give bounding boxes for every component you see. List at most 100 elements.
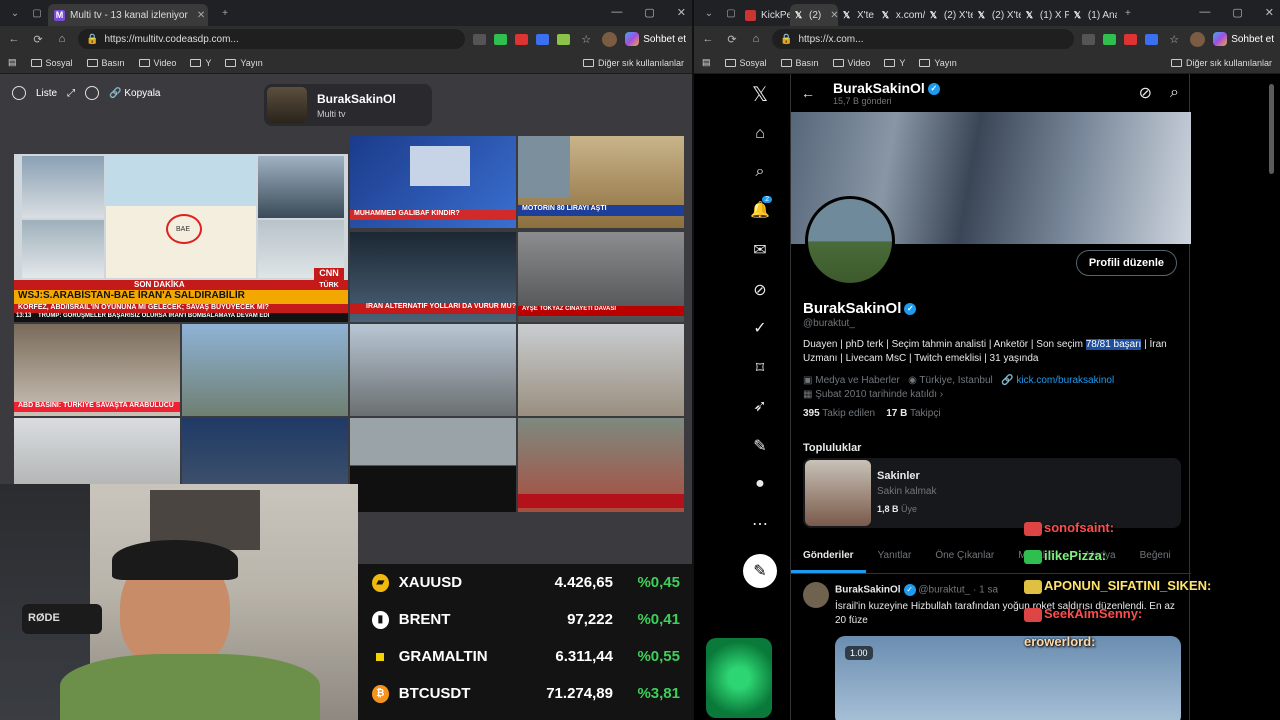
video-tile-city[interactable] [350,324,516,416]
bookmark-folder[interactable]: Y [190,58,211,68]
tab-x[interactable]: 𝕏 (2) X'te [925,4,973,26]
home-icon[interactable]: ⌂ [54,33,70,45]
tab-actions-icon[interactable]: ⌄ [698,8,720,19]
profile-avatar[interactable] [602,31,618,47]
bookmark-folder[interactable]: Sosyal [30,58,73,68]
profile-avatar[interactable] [1190,31,1206,47]
extension-icon[interactable] [473,33,487,45]
new-tab-icon[interactable]: + [1117,8,1139,19]
url-field[interactable]: 🔒 https://x.com... [772,29,1075,49]
favorites-toggle-icon[interactable]: ▤ [8,57,17,68]
video-tile-city2[interactable] [518,324,684,416]
bookmark-folder[interactable]: Video [832,58,870,68]
video-tile-cnn[interactable]: BAE SON DAKİKA WSJ:S.ARABİSTAN-BAE İRAN'… [14,154,348,322]
close-window-icon[interactable]: ✕ [1265,6,1274,19]
home-icon[interactable]: ⌂ [750,124,770,144]
tab-multitv[interactable]: M Multi tv - 13 kanal izleniyor ✕ [48,4,208,26]
tab-highlights[interactable]: Öne Çıkanlar [923,540,1006,573]
notifications-icon[interactable]: 🔔 2 [750,196,772,220]
tab-likes[interactable]: Beğeni [1128,540,1183,573]
close-tab-icon[interactable]: ✕ [197,10,205,21]
maximize-icon[interactable]: ▢ [644,6,654,19]
tab-x[interactable]: 𝕏 X'te [838,4,877,26]
back-arrow-icon[interactable]: ← [801,85,815,101]
tab-actions-icon[interactable]: ⌄ [4,8,26,19]
other-favorites[interactable]: Diğer sık kullanılanlar [582,58,684,68]
tab-x[interactable]: 𝕏x.com/ [877,4,925,26]
extension-icon[interactable] [557,33,571,45]
profile-avatar[interactable] [805,196,895,286]
bookmark-folder[interactable]: Y [884,58,905,68]
extension-icon[interactable] [1103,33,1117,45]
refresh-icon[interactable]: ⟳ [724,33,740,46]
post-item[interactable]: BurakSakinOl ✓ @buraktut_ · 1 sa İsrail'i… [791,574,1191,720]
profile-icon[interactable]: ● [750,474,770,494]
fullscreen-icon[interactable]: ⤢ [67,88,75,99]
workspaces-icon[interactable]: ▢ [26,8,48,19]
timer-icon[interactable] [85,86,100,100]
followers-link[interactable]: 17 B Takipçi [886,408,940,419]
video-tile-cams[interactable] [350,418,516,512]
other-favorites[interactable]: Diğer sık kullanılanlar [1170,58,1272,68]
rocket-icon[interactable]: ➶ [750,396,770,416]
workspaces-icon[interactable]: ▢ [720,8,742,19]
messages-icon[interactable]: ✉ [750,240,770,260]
extension-icon[interactable] [1082,33,1096,45]
bookmark-folder[interactable]: Yayın [919,58,957,68]
bookmark-folder[interactable]: Basın [86,58,125,68]
maximize-icon[interactable]: ▢ [1232,6,1242,19]
url-field[interactable]: 🔒 https://multitv.codeasdp.com... [78,29,466,49]
tab-x-active[interactable]: 𝕏 (2) ✕ [790,4,838,26]
grok-icon[interactable]: ⊘ [1139,83,1152,103]
extension-icon[interactable] [1124,33,1138,45]
home-icon[interactable]: ⌂ [748,33,764,45]
favorites-icon[interactable]: ☆ [1166,33,1182,46]
x-logo-icon[interactable]: 𝕏 [750,84,770,106]
post-author[interactable]: BurakSakinOl [835,585,901,596]
close-window-icon[interactable]: ✕ [677,6,686,19]
refresh-icon[interactable]: ⟳ [30,33,46,46]
post-media[interactable]: 1.00 [835,636,1181,720]
community-card[interactable]: Sakinler Sakin kalmak 1,8 B Üye [803,458,1181,528]
tab-kick[interactable]: KickPe [742,4,790,26]
video-tile-reporter[interactable]: AYŞE TOKYAZ CİNAYETİ DAVASI [518,232,684,322]
new-tab-icon[interactable]: + [214,8,236,19]
articles-icon[interactable]: ✎ [750,436,770,456]
more-icon[interactable]: ⋯ [750,514,770,534]
video-tile-skyline[interactable] [14,418,180,484]
video-tile-anchors[interactable] [182,418,348,484]
tab-x[interactable]: 𝕏 (1) Ana [1069,4,1117,26]
tab-x[interactable]: 𝕏 (2) X'te [973,4,1021,26]
extension-icon[interactable] [494,33,508,45]
edit-profile-button[interactable]: Profili düzenle [1075,250,1177,276]
copilot-button[interactable]: Sohbet et [1213,32,1274,46]
close-tab-icon[interactable]: ✕ [830,10,838,21]
video-tile-map[interactable]: İRAN ALTERNATİF YOLLARI DA VURUR MU? [350,232,516,322]
extension-icon[interactable] [536,33,550,45]
copy-link-button[interactable]: 🔗 Kopyala [109,88,160,99]
bookmark-folder[interactable]: Basın [780,58,819,68]
video-tile-aljazeera[interactable] [518,418,684,512]
tab-posts[interactable]: Gönderiler [791,540,866,573]
back-icon[interactable]: ← [700,33,716,45]
compose-post-icon[interactable]: ✎ [743,554,777,588]
back-icon[interactable]: ← [6,33,22,45]
search-icon[interactable]: ⌕ [1170,84,1179,102]
list-button[interactable]: Liste [36,88,57,99]
bookmark-folder[interactable]: Video [138,58,176,68]
minimize-icon[interactable]: — [611,6,622,19]
profile-link[interactable]: kick.com/buraksakinol [1016,375,1114,386]
bookmark-folder[interactable]: Sosyal [724,58,767,68]
following-link[interactable]: 395 Takip edilen [803,408,875,419]
extension-icon[interactable] [1145,33,1159,45]
scrollbar[interactable] [1269,84,1274,174]
bookmark-folder[interactable]: Yayın [225,58,263,68]
tab-replies[interactable]: Yanıtlar [866,540,924,573]
video-tile-meeting[interactable]: ABD BASINI: TÜRKİYE SAVAŞTA ARABULUCU [14,324,180,416]
extension-icon[interactable] [515,33,529,45]
verified-icon[interactable]: ✓ [750,318,770,338]
minimize-icon[interactable]: — [1199,6,1210,19]
video-tile-farm[interactable]: MOTORİN 80 LİRAYI AŞTI [518,136,684,228]
settings-icon[interactable] [12,86,26,100]
post-avatar[interactable] [803,582,829,608]
